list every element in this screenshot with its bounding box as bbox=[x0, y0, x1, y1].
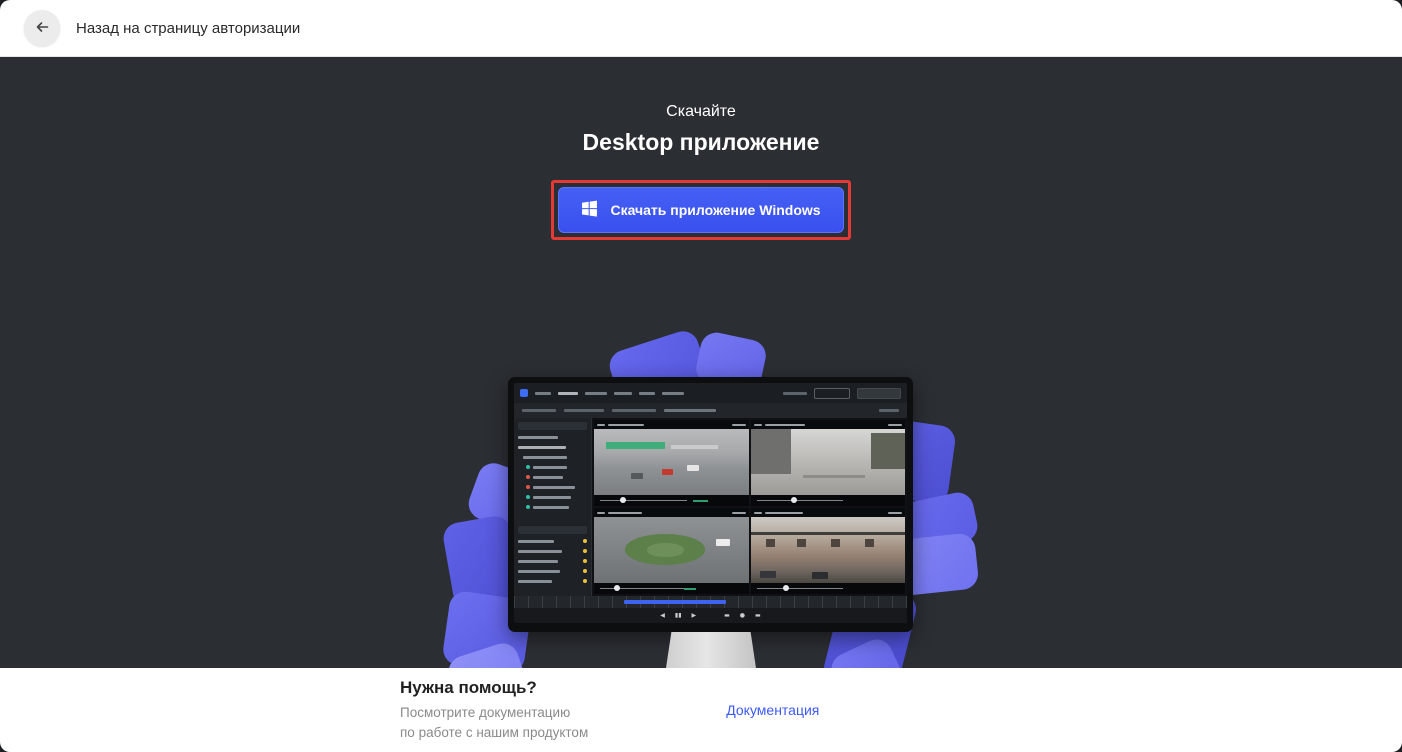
app-logo bbox=[520, 389, 528, 397]
monitor-illustration: ◀▮▮▶ ▬●▬ bbox=[508, 377, 913, 632]
app-filterbar bbox=[514, 403, 907, 418]
arrow-left-icon bbox=[34, 19, 50, 38]
app-exit-button bbox=[814, 388, 850, 399]
app-playback-controls: ◀▮▮▶ ▬●▬ bbox=[514, 608, 907, 623]
back-button[interactable] bbox=[24, 10, 60, 46]
camera-tile-2 bbox=[751, 420, 906, 506]
monitor-stand bbox=[666, 632, 756, 668]
help-block: Нужна помощь? Посмотрите документацию по… bbox=[400, 678, 588, 742]
highlight-annotation: Скачать приложение Windows bbox=[551, 180, 850, 240]
camera-grid bbox=[592, 418, 907, 596]
help-heading: Нужна помощь? bbox=[400, 678, 588, 698]
app-sidebar bbox=[514, 418, 592, 596]
download-windows-button[interactable]: Скачать приложение Windows bbox=[558, 187, 843, 233]
app-sidebar-search-2 bbox=[518, 526, 587, 534]
app-sidebar-search bbox=[518, 422, 587, 430]
help-description-line2: по работе с нашим продуктом bbox=[400, 723, 588, 743]
app-screenshot-illustration: ◀▮▮▶ ▬●▬ bbox=[514, 383, 907, 623]
windows-logo-icon bbox=[581, 200, 598, 220]
documentation-link[interactable]: Документация bbox=[726, 702, 819, 718]
camera-tile-1 bbox=[594, 420, 749, 506]
app-timeline: ◀▮▮▶ ▬●▬ bbox=[514, 596, 907, 623]
app-topbar bbox=[514, 383, 907, 403]
camera-tile-4 bbox=[751, 508, 906, 594]
hero-section: Скачайте Desktop приложение Скачать прил… bbox=[0, 57, 1402, 668]
back-label: Назад на страницу авторизации bbox=[76, 20, 300, 37]
top-bar: Назад на страницу авторизации bbox=[0, 0, 1402, 57]
download-page: Назад на страницу авторизации Скачайте D… bbox=[0, 0, 1402, 752]
help-description-line1: Посмотрите документацию bbox=[400, 703, 588, 723]
page-title: Desktop приложение bbox=[0, 129, 1402, 156]
app-events-button bbox=[857, 388, 901, 399]
download-button-label: Скачать приложение Windows bbox=[610, 202, 820, 218]
help-footer: Нужна помощь? Посмотрите документацию по… bbox=[0, 668, 1402, 752]
hero-eyebrow: Скачайте bbox=[0, 57, 1402, 121]
camera-tile-3 bbox=[594, 508, 749, 594]
